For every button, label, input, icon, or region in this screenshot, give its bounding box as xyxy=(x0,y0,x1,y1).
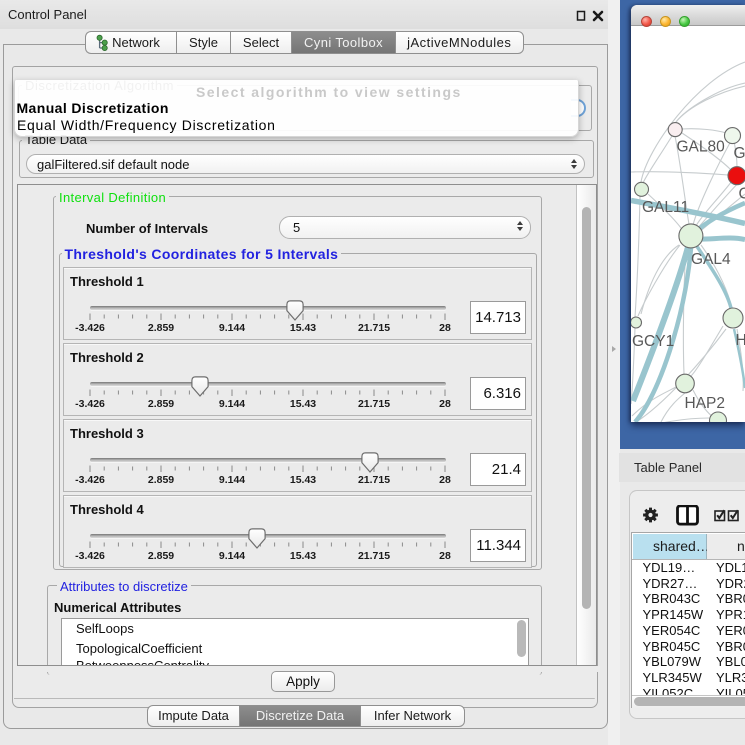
svg-text:GA: GA xyxy=(734,145,745,162)
svg-text:HAP2: HAP2 xyxy=(685,395,726,412)
svg-text:C: C xyxy=(739,186,745,203)
svg-text:GCY1: GCY1 xyxy=(632,333,674,350)
svg-text:GAL11: GAL11 xyxy=(642,199,689,216)
svg-text:H: H xyxy=(736,332,745,349)
svg-text:GAL80: GAL80 xyxy=(677,139,726,156)
svg-text:GAL4: GAL4 xyxy=(691,251,731,268)
